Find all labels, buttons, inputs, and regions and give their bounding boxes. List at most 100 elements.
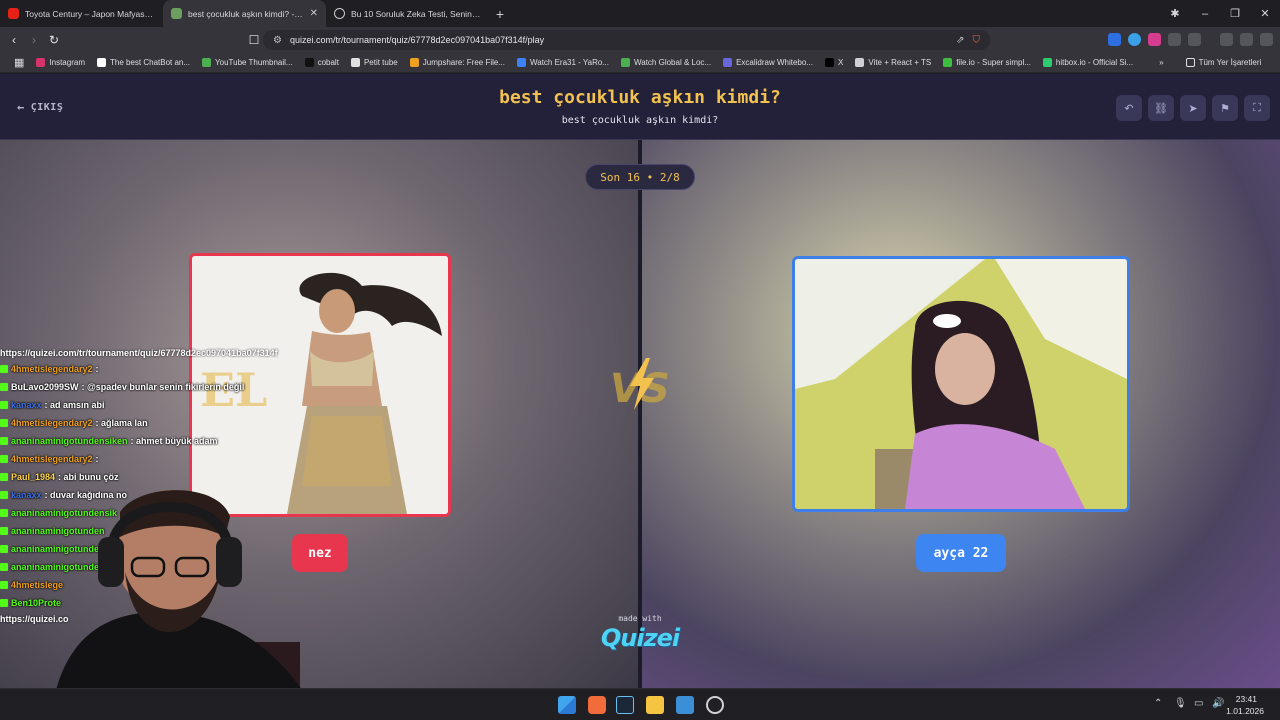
brave-app-icon[interactable] — [588, 696, 606, 714]
bookmark-item[interactable]: Excalidraw Whitebo... — [717, 58, 819, 67]
chat-text: : ağlama lan — [95, 418, 148, 428]
exit-label: ÇIKIŞ — [30, 101, 64, 113]
browser-tab[interactable]: Bu 10 Soruluk Zeka Testi, Senin IQ Pu — [326, 0, 489, 27]
reload-icon[interactable]: ↻ — [44, 33, 64, 47]
kick-badge-icon — [0, 599, 8, 607]
apps-icon[interactable]: ▦ — [8, 56, 30, 69]
quiz-subtitle: best çocukluk aşkın kimdi? — [561, 115, 719, 126]
quizei-logo[interactable]: Quizei — [590, 624, 690, 652]
right-choice-button[interactable]: ayça 22 — [916, 534, 1006, 572]
undo-button[interactable]: ↶ — [1116, 95, 1142, 121]
bookmarks-folder[interactable]: Tüm Yer İşaretleri — [1180, 58, 1268, 67]
tray-overflow-icon[interactable]: ⌃ — [1154, 698, 1162, 709]
bookmark-item[interactable]: Watch Era31 - YaRo... — [511, 58, 615, 67]
extensions-icon[interactable]: ✱ — [1160, 7, 1190, 20]
windows-taskbar: ⌃ 🎙 ▭ 🔊 23:41 1.01.2026 — [0, 688, 1280, 720]
app-icon[interactable] — [676, 696, 694, 714]
start-icon[interactable] — [558, 696, 576, 714]
chat-username: 4hmetislegendary2 — [11, 364, 93, 374]
bookmark-item[interactable]: Instagram — [30, 58, 91, 67]
bookmark-item[interactable]: Jumpshare: Free File... — [404, 58, 511, 67]
streamer-webcam — [30, 482, 360, 720]
bookmarks-bar: ▦ Instagram The best ChatBot an... YouTu… — [0, 53, 1280, 73]
chat-text: : ad amsın abi — [44, 400, 105, 410]
arrow-left-icon: ← — [17, 100, 25, 114]
browser-tab-active[interactable]: best çocukluk aşkın kimdi? - Tie ✕ — [163, 0, 326, 27]
forward-icon[interactable]: › — [24, 33, 44, 47]
vs-badge: VS — [606, 356, 676, 412]
browser-tab[interactable]: Toyota Century – Japon Mafyasının v — [0, 0, 163, 27]
brave-shield-icon[interactable]: ⛉ — [973, 35, 981, 46]
kick-badge-icon — [0, 545, 8, 553]
chat-text: : — [95, 364, 99, 374]
share-icon[interactable]: ⇗ — [956, 35, 964, 46]
bookmark-page-icon[interactable]: ☐ — [244, 33, 264, 47]
bookmark-item[interactable]: file.io - Super simpl... — [937, 58, 1037, 67]
lightning-icon: VS — [610, 358, 670, 412]
fullscreen-button[interactable]: ⛶ — [1244, 95, 1270, 121]
url-text: quizei.com/tr/tournament/quiz/67778d2ec0… — [289, 35, 545, 45]
more-bookmarks-icon[interactable]: » — [1153, 58, 1169, 67]
bookmark-item[interactable]: Vite + React + TS — [849, 58, 937, 67]
bookmark-item[interactable]: X — [819, 58, 849, 67]
bookmark-item[interactable]: YouTube Thumbnail... — [196, 58, 299, 67]
link-button[interactable]: ⛓ — [1148, 95, 1174, 121]
new-tab-icon[interactable]: + — [489, 6, 511, 22]
kick-badge-icon — [0, 455, 8, 463]
report-button[interactable]: ⚑ — [1212, 95, 1238, 121]
close-tab-icon[interactable]: ✕ — [310, 8, 318, 19]
vpn-icon[interactable] — [1240, 33, 1253, 46]
extension-icon[interactable] — [1148, 33, 1161, 46]
extension-icon[interactable] — [1188, 33, 1201, 46]
chat-text: : @spadev bunlar senin fikirlerin değil — [81, 382, 245, 392]
menu-icon[interactable] — [1260, 33, 1273, 46]
globe-favicon-icon — [334, 8, 345, 19]
exit-button[interactable]: ← ÇIKIŞ — [17, 100, 63, 114]
steam-app-icon[interactable] — [616, 696, 634, 714]
site-info-icon[interactable]: ⚙ — [273, 35, 282, 46]
file-explorer-icon[interactable] — [646, 696, 664, 714]
extension-icon[interactable] — [1128, 33, 1141, 46]
bookmark-item[interactable]: cobalt — [299, 58, 345, 67]
app-icon[interactable] — [706, 696, 724, 714]
chat-text: : abi bunu çöz — [58, 472, 119, 482]
bookmark-item[interactable]: The best ChatBot an... — [91, 58, 196, 67]
tab-title: Bu 10 Soruluk Zeka Testi, Senin IQ Pu — [351, 8, 481, 19]
chat-username: BuLavo2099SW — [11, 382, 79, 392]
clock-date[interactable]: 1.01.2026 — [1226, 706, 1264, 716]
bookmark-item[interactable]: Petit tube — [345, 58, 404, 67]
microphone-icon[interactable]: 🎙 — [1174, 698, 1187, 709]
chat-username: kanaxx — [11, 400, 42, 410]
back-icon[interactable]: ‹ — [4, 33, 24, 47]
close-window-icon[interactable]: ✕ — [1250, 7, 1280, 20]
bookmark-item[interactable]: hitbox.io - Official Si... — [1037, 58, 1139, 67]
chat-username: 4hmetislegendary2 — [11, 454, 93, 464]
youtube-favicon-icon — [8, 8, 19, 19]
share-button[interactable]: ➤ — [1180, 95, 1206, 121]
address-bar[interactable]: ⚙ quizei.com/tr/tournament/quiz/67778d2e… — [263, 30, 990, 50]
clock-time[interactable]: 23:41 — [1236, 694, 1257, 704]
quizei-favicon-icon — [171, 8, 182, 19]
right-choice-image — [795, 259, 1127, 509]
chat-text: : ahmet büyük adam — [130, 436, 218, 446]
extension-icon[interactable] — [1108, 33, 1121, 46]
chat-username: 4hmetislegendary2 — [11, 418, 93, 428]
kick-badge-icon — [0, 383, 8, 391]
bookmark-item[interactable]: Watch Global & Loc... — [615, 58, 717, 67]
chat-url-line: https://quizei.com/tr/tournament/quiz/67… — [0, 348, 278, 358]
tab-title: Toyota Century – Japon Mafyasının v — [25, 8, 155, 19]
restore-icon[interactable]: ❐ — [1220, 7, 1250, 20]
round-indicator: Son 16 • 2/8 — [585, 164, 695, 190]
minimize-icon[interactable]: – — [1190, 8, 1220, 20]
chat-message: BuLavo2099SW: @spadev bunlar senin fikir… — [0, 378, 310, 396]
chat-message: 4hmetislegendary2: ağlama lan — [0, 414, 310, 432]
extension-icon[interactable] — [1168, 33, 1181, 46]
link-icon: ⛓ — [1154, 102, 1168, 115]
media-icon[interactable] — [1220, 33, 1233, 46]
right-choice-card[interactable] — [792, 256, 1130, 512]
send-icon: ➤ — [1188, 102, 1198, 115]
chat-message: ananinaminigotundensiken: ahmet büyük ad… — [0, 432, 310, 450]
network-icon[interactable]: ▭ — [1194, 698, 1203, 709]
kick-badge-icon — [0, 509, 8, 517]
volume-icon[interactable]: 🔊 — [1212, 698, 1224, 709]
